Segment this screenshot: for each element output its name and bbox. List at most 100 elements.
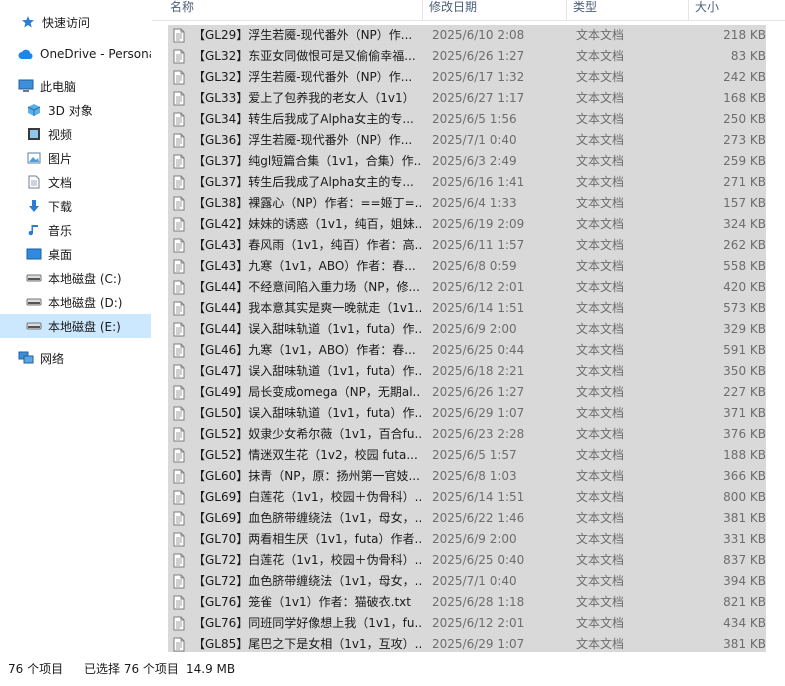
file-list[interactable]: 【GL29】浮生若魇-现代番外（NP）作... 2025/6/10 2:08 文本文…: [152, 0, 785, 652]
file-row[interactable]: 【GL44】不经意间陷入重力场（NP，修... 2025/6/12 2:01 文本文…: [168, 277, 766, 298]
file-name: 【GL52】奴隶少女希尔薇（1v1，百合fu...: [193, 427, 421, 441]
file-row[interactable]: 【GL46】九寒（1v1，ABO）作者：春... 2025/6/25 0:44 文本…: [168, 340, 766, 361]
file-row[interactable]: 【GL69】白莲花（1v1，校园＋伪骨科）... 2025/6/14 1:51 文本…: [168, 487, 766, 508]
text-file-icon: [173, 466, 189, 487]
file-row[interactable]: 【GL52】奴隶少女希尔薇（1v1，百合fu... 2025/6/23 2:28 文…: [168, 424, 766, 445]
nav-item[interactable]: OneDrive - Persona: [0, 42, 151, 66]
text-file-icon: [173, 340, 189, 361]
nav-item[interactable]: 网络: [0, 346, 151, 370]
file-type: 文本文档: [576, 637, 625, 651]
file-type: 文本文档: [576, 280, 625, 294]
nav-item[interactable]: 图片: [0, 146, 151, 170]
file-row[interactable]: 【GL43】九寒（1v1，ABO）作者：春... 2025/6/8 0:59 文本文…: [168, 256, 766, 277]
nav-item[interactable]: 3D 对象: [0, 98, 151, 122]
file-type: 文本文档: [576, 385, 625, 399]
navigation-pane[interactable]: 快速访问 OneDrive - Persona 此电脑 3D 对象 视频 图片 文档 下载 音乐…: [0, 0, 153, 652]
file-size: 168 KB: [723, 91, 766, 105]
file-date: 2025/6/5 1:56: [432, 112, 517, 126]
file-row[interactable]: 【GL44】误入甜味轨道（1v1，futa）作... 2025/6/9 2:00 文…: [168, 319, 766, 340]
file-row[interactable]: 【GL44】我本意其实是爽一晚就走（1v1... 2025/6/14 1:51 文本…: [168, 298, 766, 319]
nav-item[interactable]: 文档: [0, 170, 151, 194]
file-name: 【GL60】抹青（NP，原：扬州第一官妓...: [193, 469, 420, 483]
file-size: 329 KB: [723, 322, 766, 336]
nav-item[interactable]: 桌面: [0, 242, 151, 266]
file-date: 2025/6/29 1:07: [432, 406, 525, 420]
file-row[interactable]: 【GL52】情迷双生花（1v2，校园 futa... 2025/6/5 1:57 文…: [168, 445, 766, 466]
file-size: 259 KB: [723, 154, 766, 168]
file-date: 2025/6/16 1:41: [432, 175, 525, 189]
file-name: 【GL72】血色脐带缠绕法（1v1，母女，...: [193, 574, 421, 588]
column-size-label: 大小: [695, 0, 720, 14]
file-size: 250 KB: [723, 112, 766, 126]
file-row[interactable]: 【GL34】转生后我成了Alpha女主的专... 2025/6/5 1:56 文本文…: [168, 109, 766, 130]
text-file-icon: [173, 151, 189, 172]
file-row[interactable]: 【GL32】东亚女同做恨可是又偷偷幸福... 2025/6/26 1:27 文本文档…: [168, 46, 766, 67]
drive-icon: [26, 318, 42, 334]
file-name: 【GL37】转生后我成了Alpha女主的专...: [193, 175, 414, 189]
file-size: 800 KB: [723, 490, 766, 504]
file-type: 文本文档: [576, 49, 625, 63]
column-date[interactable]: 修改日期: [422, 0, 566, 20]
file-date: 2025/6/4 1:33: [432, 196, 517, 210]
nav-item[interactable]: 本地磁盘 (D:): [0, 290, 151, 314]
vertical-scrollbar[interactable]: [769, 20, 785, 652]
file-size: 331 KB: [723, 532, 766, 546]
file-row[interactable]: 【GL69】血色脐带缠绕法（1v1，母女，... 2025/6/22 1:46 文本…: [168, 508, 766, 529]
file-row[interactable]: 【GL70】两看相生厌（1v1，futa）作者... 2025/6/9 2:00 文…: [168, 529, 766, 550]
file-row[interactable]: 【GL76】同班同学好像想上我（1v1，fu... 2025/6/12 2:01 文…: [168, 613, 766, 634]
file-row[interactable]: 【GL43】春风雨（1v1，纯百）作者：高... 2025/6/11 1:57 文本…: [168, 235, 766, 256]
nav-item[interactable]: 此电脑: [0, 74, 151, 98]
file-name: 【GL69】血色脐带缠绕法（1v1，母女，...: [193, 511, 421, 525]
file-name: 【GL76】同班同学好像想上我（1v1，fu...: [193, 616, 421, 630]
nav-item-label: 本地磁盘 (E:): [48, 319, 121, 334]
column-header: 名称 修改日期 类型 大小: [152, 0, 785, 21]
video-icon: [26, 126, 42, 142]
text-file-icon: [173, 634, 189, 652]
file-type: 文本文档: [576, 259, 625, 273]
text-file-icon: [173, 172, 189, 193]
file-date: 2025/6/23 2:28: [432, 427, 525, 441]
column-name[interactable]: 名称: [164, 0, 422, 20]
file-date: 2025/6/26 1:27: [432, 49, 525, 63]
file-row[interactable]: 【GL37】纯gl短篇合集（1v1，合集）作... 2025/6/3 2:49 文本…: [168, 151, 766, 172]
file-date: 2025/6/9 2:00: [432, 532, 517, 546]
nav-item-label: 此电脑: [40, 79, 77, 94]
file-row[interactable]: 【GL72】血色脐带缠绕法（1v1，母女，... 2025/7/1 0:40 文本文…: [168, 571, 766, 592]
nav-item[interactable]: 本地磁盘 (C:): [0, 266, 151, 290]
file-type: 文本文档: [576, 553, 625, 567]
file-date: 2025/6/28 1:18: [432, 595, 525, 609]
file-type: 文本文档: [576, 70, 625, 84]
file-name: 【GL44】我本意其实是爽一晚就走（1v1...: [193, 301, 421, 315]
nav-item[interactable]: 快速访问: [0, 10, 151, 34]
nav-item[interactable]: 视频: [0, 122, 151, 146]
file-name: 【GL44】误入甜味轨道（1v1，futa）作...: [193, 322, 421, 336]
nav-item[interactable]: 音乐: [0, 218, 151, 242]
file-row[interactable]: 【GL38】裸露心（NP）作者：==姬丁=... 2025/6/4 1:33 文本文…: [168, 193, 766, 214]
nav-item[interactable]: 本地磁盘 (E:): [0, 314, 151, 338]
file-row[interactable]: 【GL47】误入甜味轨道（1v1，futa）作... 2025/6/18 2:21…: [168, 361, 766, 382]
file-row[interactable]: 【GL32】浮生若魇-现代番外（NP）作... 2025/6/17 1:32 文本文…: [168, 67, 766, 88]
file-row[interactable]: 【GL36】浮生若魇-现代番外（NP）作... 2025/7/1 0:40 文本文档…: [168, 130, 766, 151]
file-row[interactable]: 【GL76】笼雀（1v1）作者：猫破衣.txt 2025/6/28 1:18 文本文…: [168, 592, 766, 613]
file-row[interactable]: 【GL72】白莲花（1v1，校园＋伪骨科）... 2025/6/25 0:40 文本…: [168, 550, 766, 571]
file-row[interactable]: 【GL42】妹妹的诱惑（1v1，纯百，姐妹... 2025/6/19 2:09 文本…: [168, 214, 766, 235]
file-type: 文本文档: [576, 427, 625, 441]
file-row[interactable]: 【GL37】转生后我成了Alpha女主的专... 2025/6/16 1:41 文本…: [168, 172, 766, 193]
pin-star-icon: [20, 14, 36, 30]
text-file-icon: [173, 130, 189, 151]
file-date: 2025/6/26 1:27: [432, 385, 525, 399]
file-row[interactable]: 【GL50】误入甜味轨道（1v1，futa）作... 2025/6/29 1:07…: [168, 403, 766, 424]
file-name: 【GL70】两看相生厌（1v1，futa）作者...: [193, 532, 421, 546]
file-row[interactable]: 【GL60】抹青（NP，原：扬州第一官妓... 2025/6/8 1:03 文本文档…: [168, 466, 766, 487]
file-row[interactable]: 【GL33】爱上了包养我的老女人（1v1） 2025/6/27 1:17 文本文档 1…: [168, 88, 766, 109]
file-type: 文本文档: [576, 238, 625, 252]
nav-item[interactable]: 下载: [0, 194, 151, 218]
file-row[interactable]: 【GL49】局长变成omega（NP，无期al... 2025/6/26 1:27…: [168, 382, 766, 403]
scrollbar-thumb[interactable]: [774, 22, 780, 642]
column-type[interactable]: 类型: [566, 0, 688, 20]
file-type: 文本文档: [576, 91, 625, 105]
file-row[interactable]: 【GL29】浮生若魇-现代番外（NP）作... 2025/6/10 2:08 文本文…: [168, 25, 766, 46]
download-arrow-icon: [26, 198, 42, 214]
file-row[interactable]: 【GL85】尾巴之下是女相（1v1，互攻）... 2025/6/29 1:07 文本…: [168, 634, 766, 652]
column-size[interactable]: 大小: [688, 0, 778, 20]
